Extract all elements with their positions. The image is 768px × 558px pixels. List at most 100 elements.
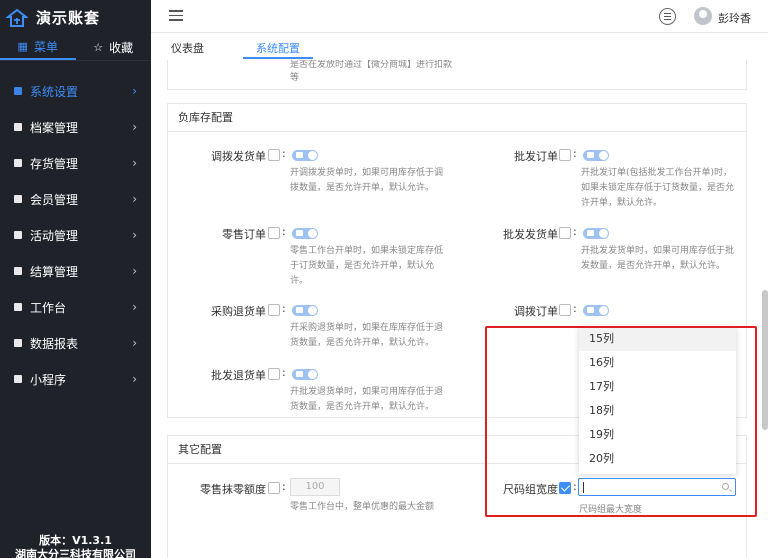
toggle-switch[interactable] <box>583 305 609 316</box>
menu-item-activities[interactable]: 活动管理 › <box>0 217 151 253</box>
field-label: 调拨订单 <box>514 305 558 318</box>
tab-dashboard[interactable]: 仪表盘 <box>171 40 204 56</box>
dropdown-option[interactable]: 15列 <box>579 327 736 351</box>
dropdown-option[interactable]: 18列 <box>579 399 736 423</box>
report-icon <box>14 339 22 347</box>
tab-favorites-label: 收藏 <box>109 41 134 55</box>
field-desc: 零售工作台开单时，如果未锁定库存低于订货数量，是否允许开单，默认允许。 <box>290 246 444 286</box>
menu-label: 小程序 <box>30 372 67 387</box>
field-label: 批发发货单 <box>503 228 558 241</box>
menu-item-workbench[interactable]: 工作台 › <box>0 289 151 325</box>
menu-label: 结算管理 <box>30 264 79 279</box>
chevron-right-icon: › <box>132 156 137 170</box>
avatar[interactable] <box>694 7 712 25</box>
settings-icon <box>14 87 22 95</box>
field-label: 零售订单 <box>222 228 266 241</box>
size-width-select-input[interactable] <box>578 478 736 496</box>
rounding-label: 零售抹零额度 <box>200 483 266 496</box>
miniprogram-icon <box>14 375 22 383</box>
dropdown-option[interactable]: 20列 <box>579 447 736 471</box>
checkbox[interactable] <box>268 368 280 380</box>
checkbox[interactable] <box>559 227 571 239</box>
menu-label: 系统设置 <box>30 84 79 99</box>
checkbox[interactable] <box>268 227 280 239</box>
menu-item-settlement[interactable]: 结算管理 › <box>0 253 151 289</box>
logo-icon <box>6 8 28 27</box>
text-caret <box>583 482 584 493</box>
chevron-right-icon: › <box>132 372 137 386</box>
tab-menu-label: 菜单 <box>33 40 58 54</box>
search-icon <box>722 483 729 490</box>
size-width-note: 尺码组最大宽度 <box>579 505 643 515</box>
menu-label: 工作台 <box>30 300 67 315</box>
menu-label: 存货管理 <box>30 156 79 171</box>
size-group-checkbox[interactable] <box>559 482 571 494</box>
checkbox[interactable] <box>559 304 571 316</box>
collapse-menu-icon[interactable] <box>169 10 183 22</box>
menu-item-reports[interactable]: 数据报表 › <box>0 325 151 361</box>
menu-item-archive[interactable]: 档案管理 › <box>0 109 151 145</box>
username[interactable]: 彭玲香 <box>718 10 751 26</box>
chevron-right-icon: › <box>132 120 137 134</box>
field-desc: 开批发发货单时，如果可用库存低于批发数量，是否允许开单，默认允许。 <box>581 246 735 271</box>
settlement-icon <box>14 267 22 275</box>
activity-icon <box>14 231 22 239</box>
rounding-input[interactable]: 100 <box>290 478 340 496</box>
checkbox[interactable] <box>268 149 280 161</box>
workbench-icon <box>14 303 22 311</box>
toggle-switch[interactable] <box>292 305 318 316</box>
toggle-switch[interactable] <box>583 150 609 161</box>
tab-menu[interactable]: ▦ 菜单 <box>0 35 76 60</box>
field-desc: 开批发订单(包括批发工作台开单)时，如果未锁定库存低于订货数量，是否允许开单，默… <box>581 168 735 208</box>
menu-label: 档案管理 <box>30 120 79 135</box>
toggle-switch[interactable] <box>292 369 318 380</box>
toggle-switch[interactable] <box>583 228 609 239</box>
previous-desc-line2: 等 <box>290 73 300 83</box>
dropdown-option[interactable]: 19列 <box>579 423 736 447</box>
dropdown-option[interactable]: 16列 <box>579 351 736 375</box>
menu-item-members[interactable]: 会员管理 › <box>0 181 151 217</box>
field-desc: 开采购退货单时，如果在库库存低于退货数量，是否允许开单，默认允许。 <box>290 323 444 348</box>
field-desc: 开调拨发货单时，如果可用库存低于调拨数量，是否允许开单，默认允许。 <box>290 168 444 193</box>
chevron-right-icon: › <box>132 84 137 98</box>
dropdown-option[interactable]: 17列 <box>579 375 736 399</box>
main-menu: 系统设置 › 档案管理 › 存货管理 › 会员管理 › 活动管理 › 结算管理 › 工作台 ›… <box>0 73 151 397</box>
menu-item-miniprogram[interactable]: 小程序 › <box>0 361 151 397</box>
menu-toggle-icon[interactable] <box>659 8 676 25</box>
menu-item-system-settings[interactable]: 系统设置 › <box>0 73 151 109</box>
chevron-right-icon: › <box>132 264 137 278</box>
field-label: 调拨发货单 <box>211 150 266 163</box>
field-label: 采购退货单 <box>211 305 266 318</box>
member-icon <box>14 195 22 203</box>
chevron-right-icon: › <box>132 192 137 206</box>
rounding-desc: 零售工作台中，整单优惠的最大金额 <box>290 502 435 512</box>
rounding-checkbox[interactable] <box>268 482 280 494</box>
tab-favorites[interactable]: ☆ 收藏 <box>76 35 152 60</box>
panel-title: 负库存配置 <box>168 104 746 132</box>
app-logo: 演示账套 <box>0 0 151 35</box>
grid-icon: ▦ <box>17 40 28 53</box>
star-icon: ☆ <box>93 41 104 54</box>
sidebar: 演示账套 ▦ 菜单 ☆ 收藏 系统设置 › 档案管理 › 存货管理 › 会员管理 › 活… <box>0 0 151 558</box>
previous-panel: 是否在发放时通过【微分商城】进行扣款 等 <box>167 60 747 90</box>
tab-system-config[interactable]: 系统配置 <box>256 40 300 56</box>
toggle-switch[interactable] <box>292 150 318 161</box>
chevron-right-icon: › <box>132 300 137 314</box>
menu-label: 活动管理 <box>30 228 79 243</box>
size-group-label: 尺码组宽度 <box>503 483 558 496</box>
inventory-icon <box>14 159 22 167</box>
sidebar-tabs: ▦ 菜单 ☆ 收藏 <box>0 35 151 61</box>
archive-icon <box>14 123 22 131</box>
scrollbar[interactable] <box>762 290 768 430</box>
app-title: 演示账套 <box>36 9 101 27</box>
menu-item-inventory[interactable]: 存货管理 › <box>0 145 151 181</box>
field-label: 批发退货单 <box>211 369 266 382</box>
field-desc: 开批发退货单时，如果可用库存低于退货数量，是否允许开单，默认允许。 <box>290 387 444 412</box>
chevron-right-icon: › <box>132 336 137 350</box>
toggle-switch[interactable] <box>292 228 318 239</box>
field-label: 批发订单 <box>514 150 558 163</box>
checkbox[interactable] <box>559 149 571 161</box>
checkbox[interactable] <box>268 304 280 316</box>
top-bar: 彭玲香 <box>151 0 768 33</box>
company-label: 湖南大分三科技有限公司 <box>15 548 136 558</box>
